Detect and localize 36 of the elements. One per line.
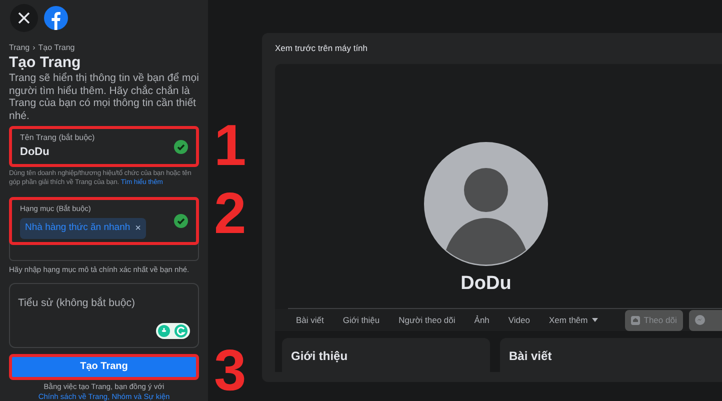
messenger-icon [694, 315, 705, 326]
profile-tab[interactable]: Ảnh [474, 314, 490, 326]
field-label: Tên Trang (bắt buộc) [20, 132, 96, 144]
create-page-button[interactable]: Tạo Trang [9, 354, 199, 380]
profile-tab[interactable]: Giới thiệu [342, 314, 380, 326]
follow-icon [630, 316, 640, 325]
facebook-logo-icon[interactable] [44, 6, 68, 30]
grammar-assistant-icon[interactable] [156, 322, 190, 339]
page-title: Tạo Trang [9, 54, 82, 72]
field-placeholder: Tiểu sử (không bắt buộc) [18, 296, 136, 312]
category-tag[interactable]: Nhà hàng thức ăn nhanh × [20, 218, 146, 239]
profile-tab[interactable]: Xem thêm [549, 314, 598, 326]
bio-field[interactable]: Tiểu sử (không bắt buộc) [9, 283, 199, 348]
profile-tab[interactable]: Người theo dõi [398, 314, 456, 326]
page-name: DoDu [460, 272, 512, 296]
close-button[interactable] [10, 4, 38, 32]
check-icon [174, 140, 188, 154]
breadcrumb-separator: › [32, 42, 36, 54]
check-icon [174, 214, 188, 228]
caret-icon [592, 318, 598, 322]
profile-tab[interactable]: Bài viết [296, 314, 324, 326]
annotation-number: 2 [214, 185, 246, 243]
section-title: Giới thiệu [291, 349, 348, 363]
breadcrumb-current: Tạo Trang [38, 42, 75, 54]
avatar-placeholder-icon [424, 142, 548, 266]
annotation-number: 1 [214, 117, 246, 175]
description-text: Trang sẽ hiển thị thông tin về bạn để mọi người tìm hiểu thêm. Hãy chắc chắn là Trang của bạn có mọi thông tin cần thiết nhé. [9, 72, 199, 122]
remove-tag-button[interactable]: × [135, 220, 141, 236]
close-icon [18, 12, 30, 24]
preview-title: Xem trước trên máy tính [275, 42, 369, 55]
field-value: DoDu [20, 145, 50, 160]
section-title: Bài viết [509, 349, 552, 363]
page-name-field[interactable]: Tên Trang (bắt buộc) DoDu [9, 126, 199, 167]
breadcrumb-link[interactable]: Trang [9, 42, 30, 54]
annotation-number: 3 [214, 342, 246, 400]
profile-tab[interactable]: Video [508, 314, 530, 326]
